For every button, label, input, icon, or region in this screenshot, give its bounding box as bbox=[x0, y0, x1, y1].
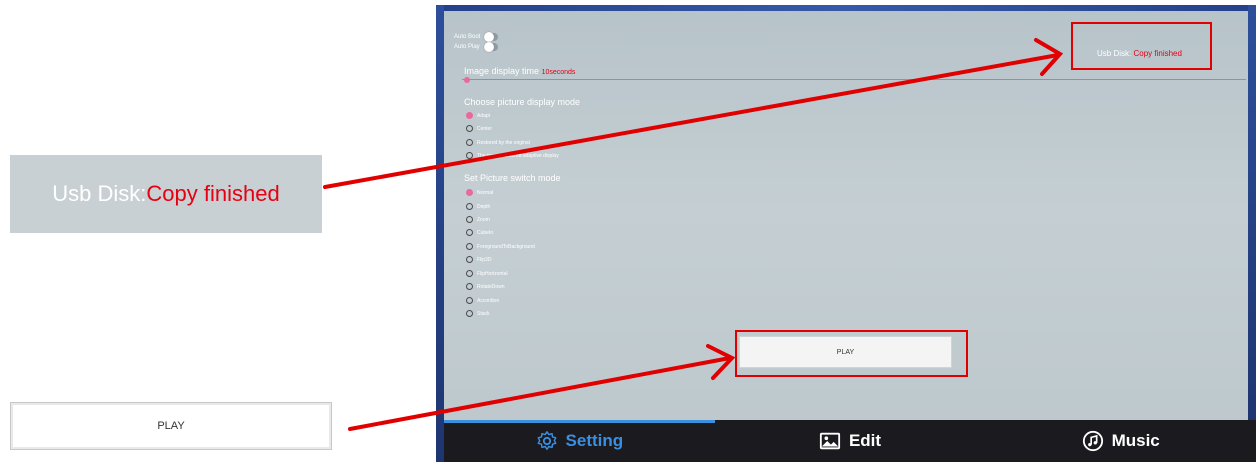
arrow-usb bbox=[323, 38, 1064, 189]
annotation-arrows bbox=[323, 38, 1064, 431]
arrow-play bbox=[348, 344, 736, 431]
